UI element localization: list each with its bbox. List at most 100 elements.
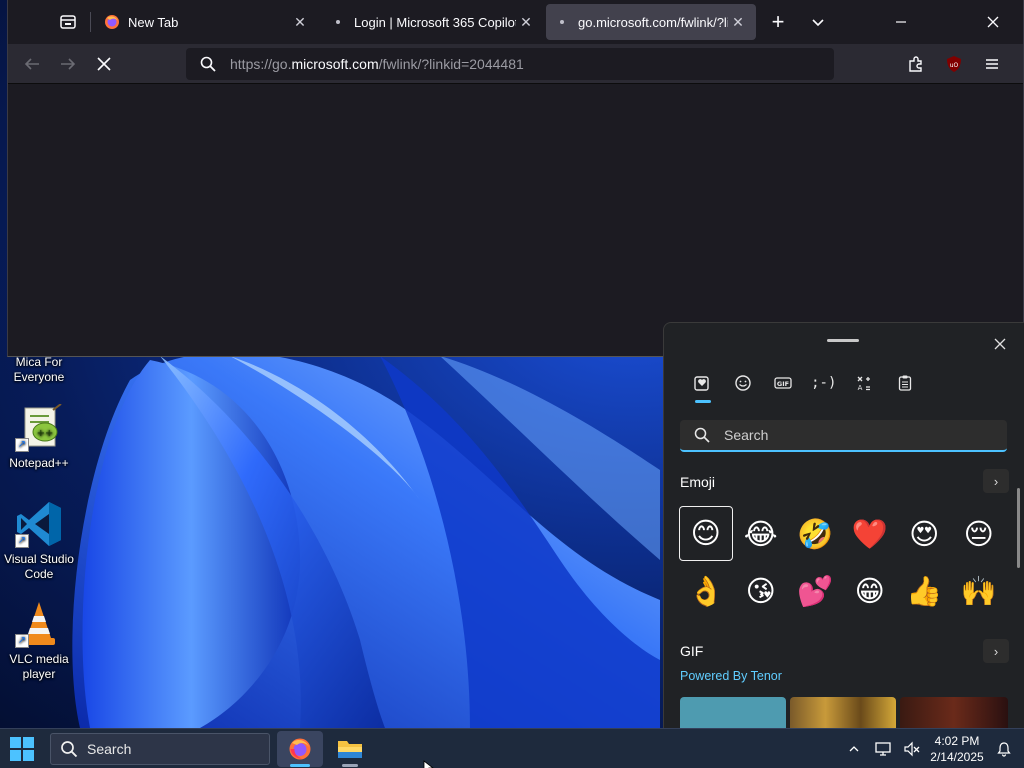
search-placeholder: Search	[724, 427, 769, 443]
close-panel-button[interactable]	[986, 330, 1014, 358]
gif-thumbnail[interactable]	[790, 697, 896, 728]
forward-button[interactable]	[53, 50, 83, 78]
emoji-item[interactable]: 😁	[843, 563, 898, 620]
tab-login-microsoft-365-copilot[interactable]: Login | Microsoft 365 Copilot ✕	[322, 4, 544, 40]
gif-section-more-button[interactable]: ›	[983, 639, 1009, 663]
back-button[interactable]	[17, 50, 47, 78]
search-icon	[186, 56, 230, 72]
windows-logo-pane	[23, 737, 34, 748]
desktop-icon-notepad-plus-plus[interactable]: ++ ↗ Notepad++	[2, 403, 76, 471]
gif-thumbnail[interactable]	[680, 697, 786, 728]
taskbar-search-box[interactable]: Search	[50, 733, 270, 765]
emoji-item[interactable]: 🙌	[952, 563, 1007, 620]
taskbar-app-file-explorer[interactable]	[327, 731, 373, 767]
desktop-icon-label: Visual Studio Code	[4, 552, 74, 581]
favorites-icon	[694, 376, 709, 391]
close-tab-icon[interactable]: ✕	[516, 12, 536, 32]
emoji-item[interactable]: 💕	[788, 563, 843, 620]
desktop-icon-vlc-media-player[interactable]: ↗ VLC media player	[2, 600, 76, 682]
clock-time: 4:02 PM	[934, 734, 980, 748]
emoji-search-input[interactable]: Search	[680, 420, 1007, 452]
desktop-icon-label: Notepad++	[9, 456, 69, 470]
vscode-icon: ↗	[15, 500, 63, 548]
kaomoji-icon: ;-)	[811, 375, 837, 391]
dot-icon	[554, 14, 570, 30]
tab-title: New Tab	[128, 14, 179, 30]
gif-thumbnail[interactable]	[900, 697, 1008, 728]
desktop-icon-mica-for-everyone[interactable]: Mica For Everyone	[2, 355, 76, 385]
emoji-icon	[735, 375, 751, 391]
panel-drag-handle[interactable]	[827, 339, 859, 342]
close-tab-icon[interactable]: ✕	[728, 12, 748, 32]
start-button[interactable]	[10, 737, 34, 761]
firefox-icon	[289, 738, 311, 760]
emoji-item[interactable]: 👌	[679, 563, 734, 620]
folder-icon	[338, 741, 362, 758]
active-indicator	[290, 764, 310, 767]
tab-gif[interactable]: GIF	[763, 369, 804, 397]
url-prefix: https://go.	[230, 56, 292, 72]
emoji-item[interactable]: 😊	[679, 506, 733, 561]
desktop-icon-visual-studio-code[interactable]: ↗ Visual Studio Code	[2, 500, 76, 582]
page-content-area	[8, 85, 1023, 356]
extensions-button[interactable]	[901, 50, 931, 78]
stop-icon	[97, 57, 111, 71]
running-indicator	[342, 764, 358, 767]
hamburger-menu-icon	[986, 59, 998, 69]
emoji-item[interactable]: ❤️	[843, 506, 898, 563]
dot-icon	[330, 14, 346, 30]
taskbar: Search 4:02 PM 2/14/2025	[0, 728, 1024, 768]
clipboard-icon	[898, 375, 911, 391]
windows-logo-pane	[10, 750, 21, 761]
list-all-tabs-button[interactable]	[803, 8, 833, 36]
emoji-item[interactable]: 👍	[897, 563, 952, 620]
close-window-button[interactable]	[978, 8, 1008, 36]
show-hidden-icons-button[interactable]	[842, 729, 866, 768]
new-tab-button[interactable]: +	[763, 8, 793, 36]
chevron-right-icon: ›	[993, 473, 999, 489]
firefox-view-button[interactable]	[53, 8, 83, 36]
tab-bar: New Tab ✕ Login | Microsoft 365 Copilot …	[8, 0, 1023, 44]
clock-date: 2/14/2025	[930, 750, 984, 764]
emoji-item[interactable]: 😂	[734, 506, 789, 563]
emoji-section-title: Emoji	[680, 474, 716, 490]
bell-icon	[997, 742, 1011, 757]
address-bar[interactable]: https://go. microsoft.com/fwlink/?linkid=…	[186, 48, 834, 80]
network-status-button[interactable]	[870, 729, 896, 768]
emoji-section-more-button[interactable]: ›	[983, 469, 1009, 493]
firefox-icon	[104, 14, 120, 30]
emoji-grid: 😊 😂 🤣 ❤️ 😍 😔 👌 😘 💕 😁 👍 🙌	[679, 506, 1009, 620]
app-menu-button[interactable]	[977, 50, 1007, 78]
panel-scrollbar[interactable]	[1017, 488, 1020, 568]
chevron-down-icon	[812, 19, 824, 27]
ublock-origin-button[interactable]: uO	[939, 50, 969, 78]
powered-by-tenor-link[interactable]: Powered By Tenor	[680, 669, 782, 683]
notifications-button[interactable]	[992, 729, 1016, 768]
tab-clipboard[interactable]	[885, 369, 926, 397]
minimize-button[interactable]	[886, 8, 916, 36]
close-tab-icon[interactable]: ✕	[290, 12, 310, 32]
plus-icon: +	[771, 9, 785, 34]
gif-thumbnails	[680, 697, 1008, 728]
url-host: microsoft.com	[291, 56, 379, 72]
taskbar-app-firefox[interactable]	[277, 731, 323, 767]
tab-go-microsoft-fwlink[interactable]: go.microsoft.com/fwlink/?linkid ✕	[546, 4, 756, 40]
emoji-item[interactable]: 😔	[952, 506, 1007, 563]
desktop-icon-label: Mica For Everyone	[13, 355, 65, 384]
gif-icon: GIF	[774, 377, 792, 389]
shortcut-arrow-icon: ↗	[15, 634, 29, 648]
emoji-item[interactable]: 😍	[897, 506, 952, 563]
stop-loading-button[interactable]	[89, 50, 119, 78]
taskbar-search-placeholder: Search	[87, 741, 132, 757]
shortcut-arrow-icon: ↗	[15, 534, 29, 548]
emoji-item[interactable]: 🤣	[788, 506, 843, 563]
tab-new-tab[interactable]: New Tab ✕	[96, 4, 318, 40]
firefox-view-icon	[60, 15, 76, 29]
tab-symbols[interactable]: A	[844, 369, 885, 397]
emoji-item[interactable]: 😘	[734, 563, 789, 620]
tab-emoji[interactable]	[723, 369, 764, 397]
chevron-right-icon: ›	[993, 643, 999, 659]
tab-kaomoji[interactable]: ;-)	[804, 369, 845, 397]
tab-favorites[interactable]	[682, 369, 723, 403]
taskbar-clock[interactable]: 4:02 PM 2/14/2025	[922, 733, 992, 765]
